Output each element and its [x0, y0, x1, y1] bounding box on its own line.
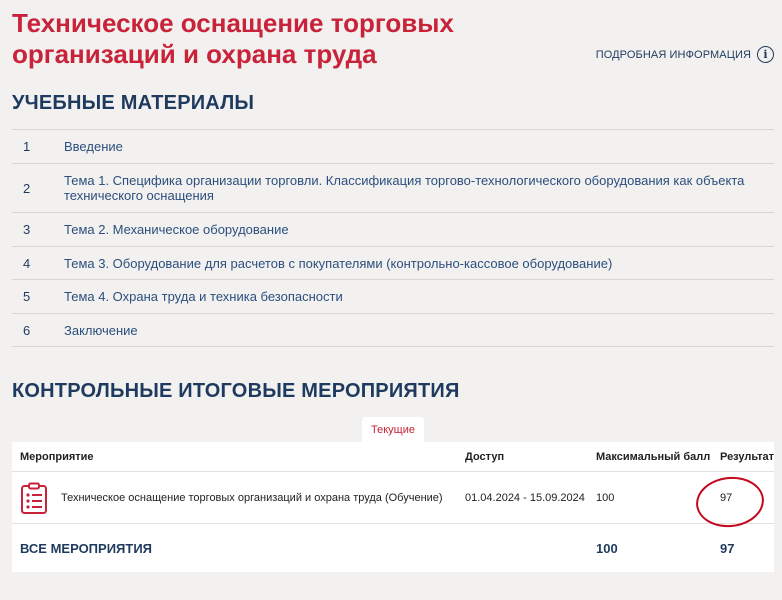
material-row-5: 5 Тема 4. Охрана труда и техника безопас…	[12, 280, 774, 314]
table-header: Мероприятие Доступ Максимальный балл Рез…	[12, 442, 774, 472]
total-label: ВСЕ МЕРОПРИЯТИЯ	[20, 540, 153, 556]
table-total-row: ВСЕ МЕРОПРИЯТИЯ 100 97	[12, 524, 774, 572]
event-cell: Техническое оснащение торговых организац…	[12, 482, 465, 514]
material-row-4: 4 Тема 3. Оборудование для расчетов с по…	[12, 247, 774, 280]
tab-current[interactable]: Текущие	[362, 417, 424, 442]
material-number: 2	[23, 180, 31, 196]
total-result: 97	[720, 540, 735, 556]
column-header-event: Мероприятие	[20, 450, 94, 463]
material-number: 5	[23, 289, 31, 304]
column-header-result: Результат	[720, 450, 775, 463]
event-access: 01.04.2024 - 15.09.2024	[465, 491, 585, 504]
material-link-topic-3[interactable]: Тема 3. Оборудование для расчетов с поку…	[64, 256, 632, 271]
total-max-score: 100	[596, 540, 618, 556]
material-number: 3	[23, 222, 31, 237]
material-number: 1	[23, 139, 31, 154]
material-number: 6	[23, 322, 31, 338]
material-number: 4	[23, 255, 31, 271]
column-header-access: Доступ	[465, 450, 505, 463]
info-icon[interactable]: i	[757, 46, 774, 63]
materials-list: 1 Введение 2 Тема 1. Специфика организац…	[12, 129, 774, 347]
material-row-2: 2 Тема 1. Специфика организации торговли…	[12, 164, 774, 213]
control-heading: КОНТРОЛЬНЫЕ ИТОГОВЫЕ МЕРОПРИЯТИЯ	[12, 380, 460, 402]
material-row-6: 6 Заключение	[12, 314, 774, 347]
table-row: Техническое оснащение торговых организац…	[12, 472, 774, 524]
more-info-label: ПОДРОБНАЯ ИНФОРМАЦИЯ	[595, 48, 751, 61]
materials-heading: УЧЕБНЫЕ МАТЕРИАЛЫ	[12, 92, 255, 114]
events-table: Мероприятие Доступ Максимальный балл Рез…	[12, 442, 774, 572]
event-name-link[interactable]: Техническое оснащение торговых организац…	[61, 491, 443, 505]
clipboard-icon	[21, 482, 47, 514]
column-header-max-score: Максимальный балл	[596, 450, 711, 463]
more-info-link[interactable]: ПОДРОБНАЯ ИНФОРМАЦИЯ i	[596, 46, 774, 63]
material-link-topic-1[interactable]: Тема 1. Специфика организации торговли. …	[64, 173, 774, 203]
material-link-intro[interactable]: Введение	[64, 139, 143, 154]
material-link-conclusion[interactable]: Заключение	[64, 323, 158, 338]
material-link-topic-2[interactable]: Тема 2. Механическое оборудование	[64, 222, 309, 237]
material-row-1: 1 Введение	[12, 130, 774, 164]
page-title: Техническое оснащение торговых организац…	[12, 8, 454, 69]
material-row-3: 3 Тема 2. Механическое оборудование	[12, 213, 774, 247]
material-link-topic-4[interactable]: Тема 4. Охрана труда и техника безопасно…	[64, 289, 363, 304]
